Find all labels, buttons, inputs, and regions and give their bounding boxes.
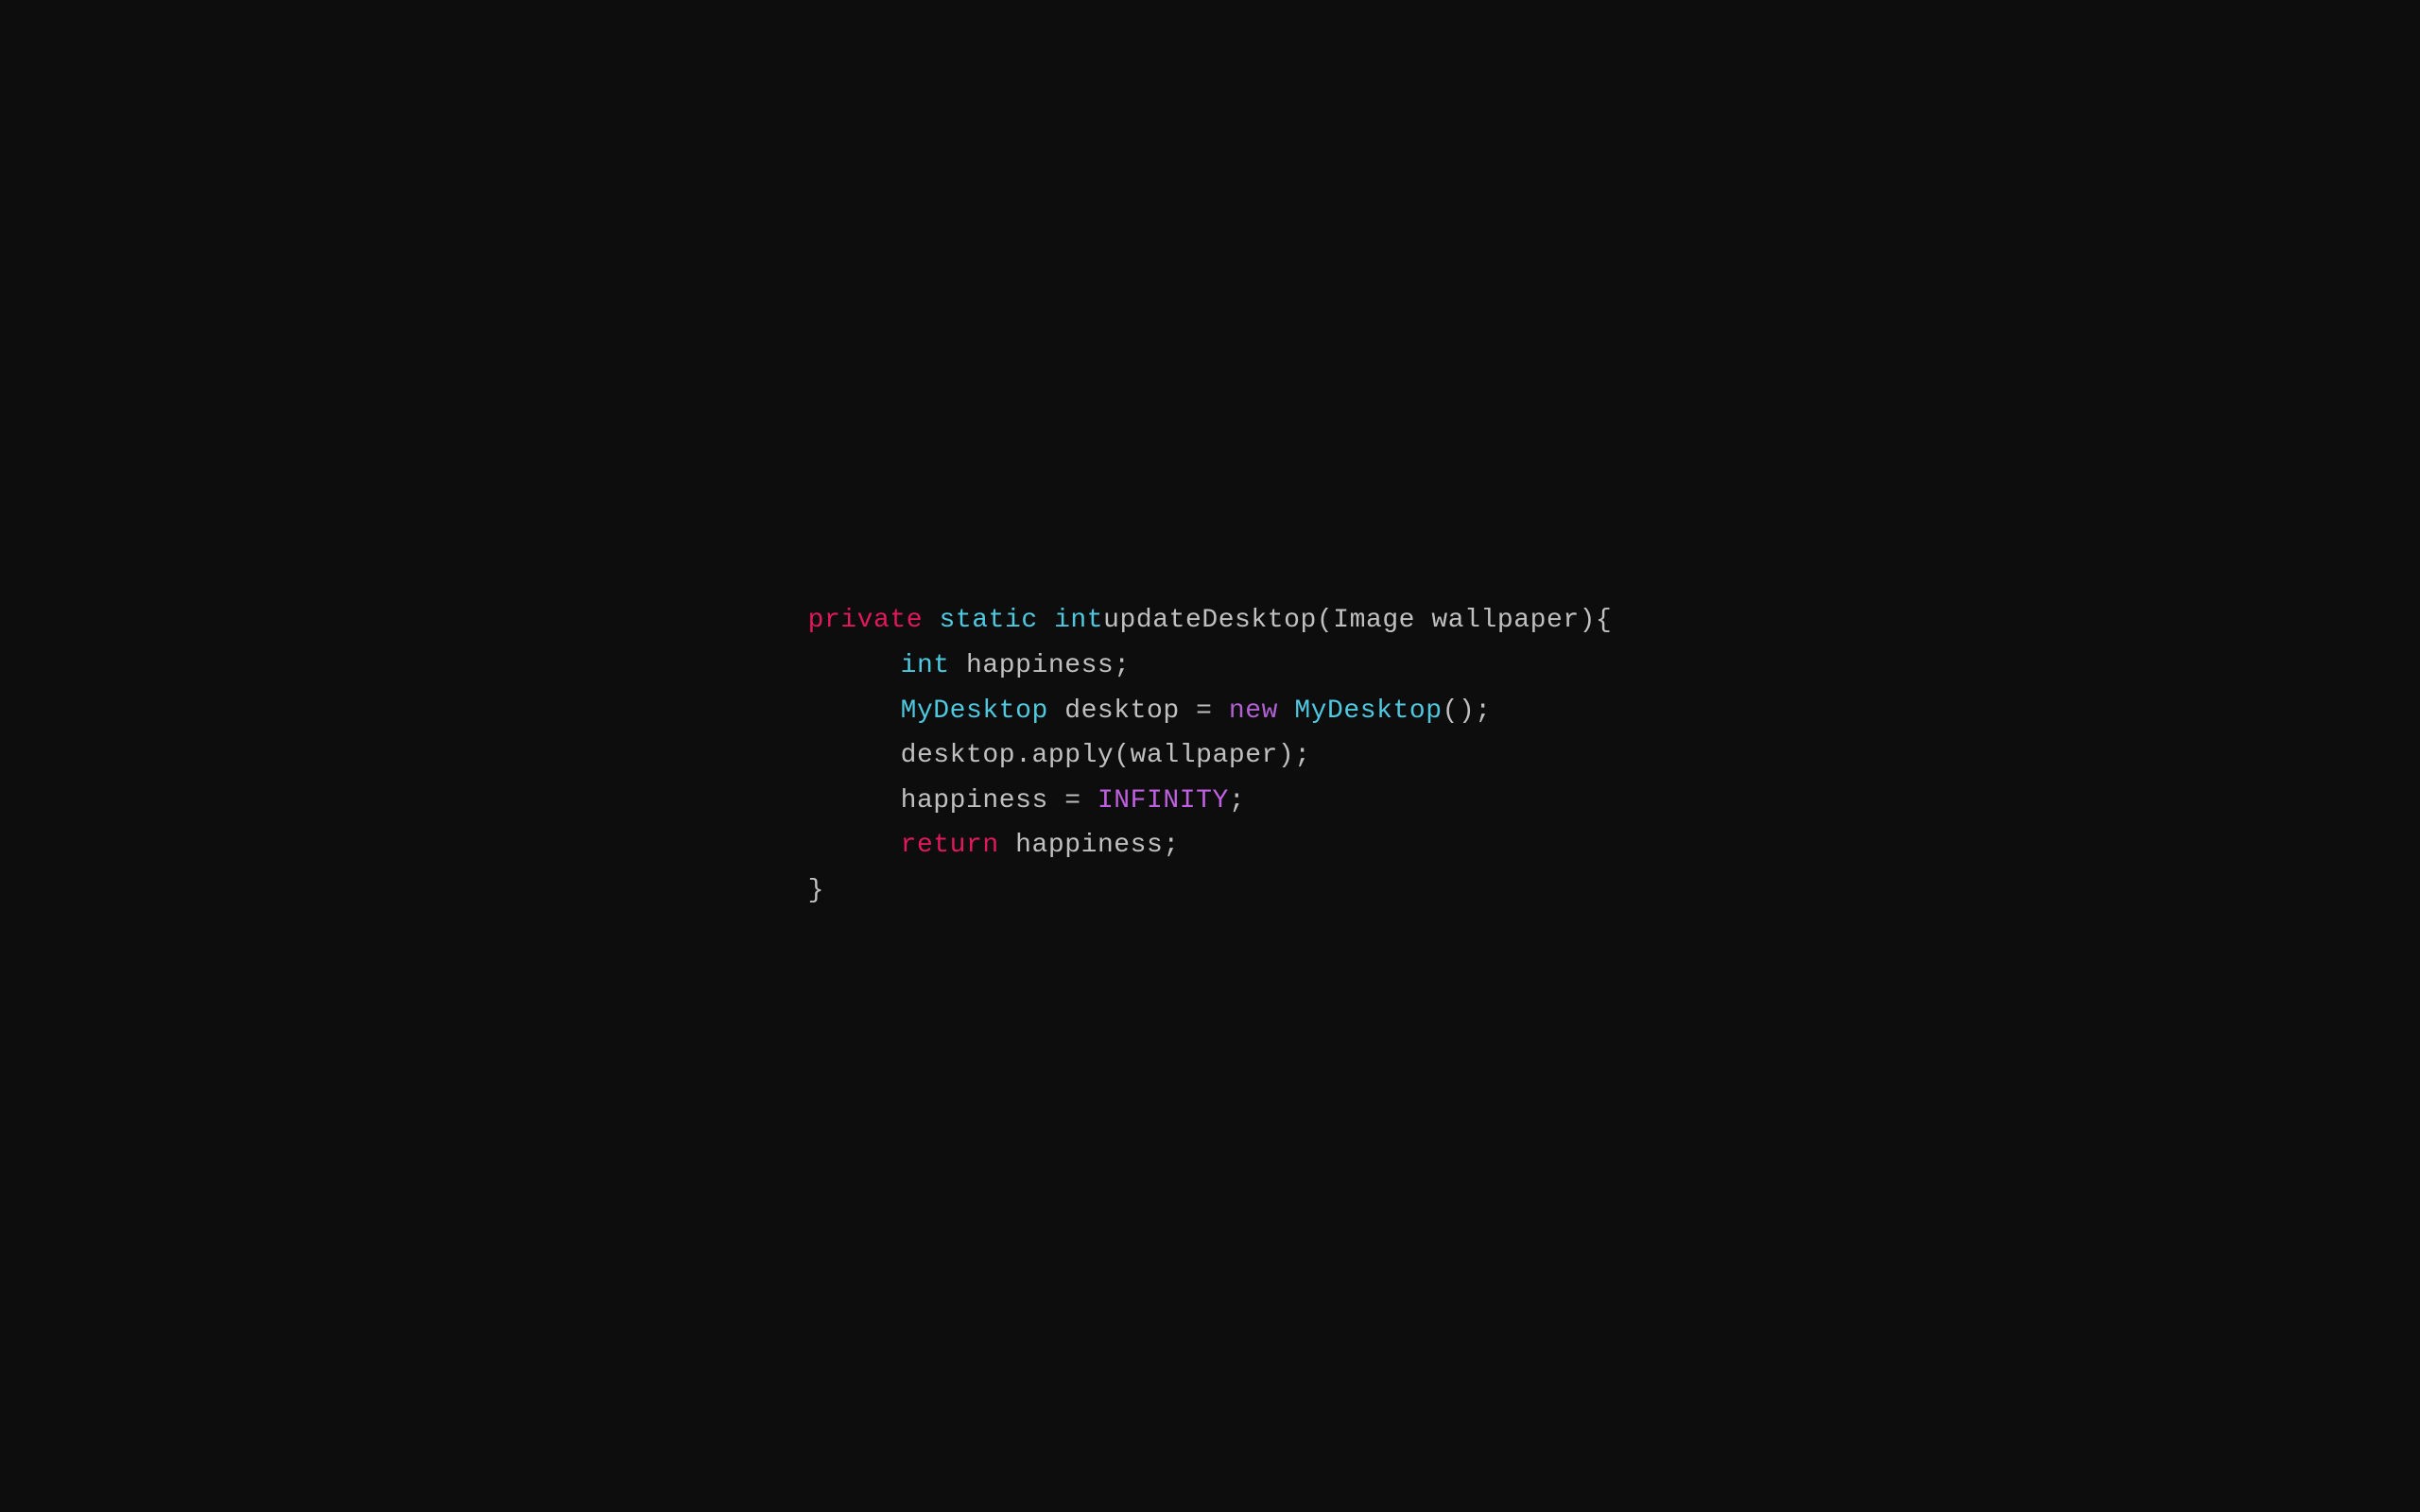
code-line-7: }: [808, 868, 1613, 914]
apply-call: desktop.apply(wallpaper);: [901, 733, 1311, 779]
keyword-int-1: int: [1054, 598, 1103, 644]
happiness-decl: happiness;: [950, 644, 1131, 689]
code-line-1: private static intupdateDesktop(Image wa…: [808, 598, 1613, 644]
semicolon: ;: [1229, 779, 1245, 824]
code-line-2: int happiness;: [808, 644, 1613, 689]
desktop-assign-1: desktop =: [1048, 689, 1229, 734]
code-line-3: MyDesktop desktop = new MyDesktop();: [808, 689, 1613, 734]
constant-infinity: INFINITY: [1098, 779, 1229, 824]
desktop-assign-2: ();: [1443, 689, 1492, 734]
space-2: [1038, 598, 1054, 644]
code-line-4: desktop.apply(wallpaper);: [808, 733, 1613, 779]
keyword-new: new: [1229, 689, 1278, 734]
type-mydesktop-2: MyDesktop: [1294, 689, 1442, 734]
space-1: [923, 598, 939, 644]
method-signature: updateDesktop(Image wallpaper){: [1103, 598, 1612, 644]
keyword-private: private: [808, 598, 924, 644]
code-line-5: happiness = INFINITY;: [808, 779, 1613, 824]
return-value: happiness;: [999, 823, 1180, 868]
keyword-static: static: [940, 598, 1038, 644]
closing-brace: }: [808, 868, 824, 914]
keyword-int-2: int: [901, 644, 950, 689]
type-mydesktop-1: MyDesktop: [901, 689, 1048, 734]
happiness-assign: happiness =: [901, 779, 1098, 824]
code-line-6: return happiness;: [808, 823, 1613, 868]
keyword-return: return: [901, 823, 999, 868]
code-display: private static intupdateDesktop(Image wa…: [808, 598, 1613, 913]
space-new: [1278, 689, 1294, 734]
